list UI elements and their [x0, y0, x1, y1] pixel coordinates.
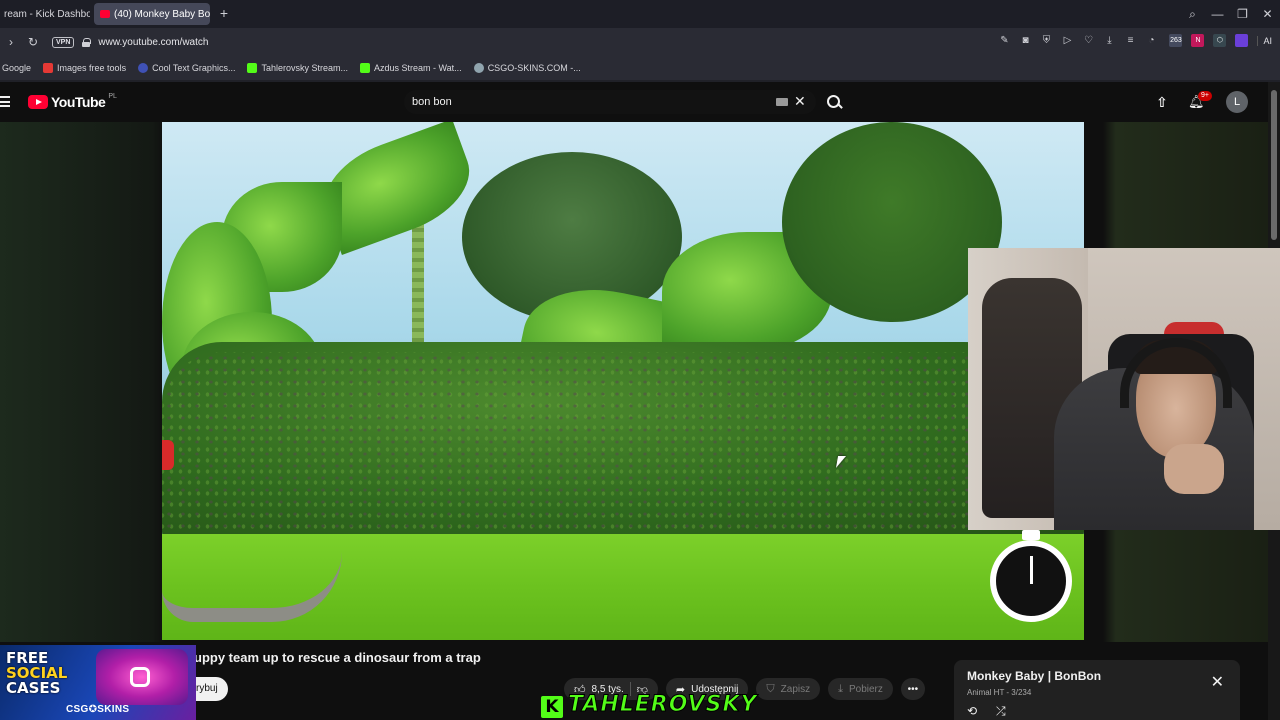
ad-headline: FREE SOCIAL CASES [6, 651, 67, 696]
tab-label: (40) Monkey Baby Bon Bo [114, 8, 210, 20]
profile-icon[interactable]: ◔ [1145, 34, 1158, 48]
avatar[interactable]: L [1226, 91, 1248, 113]
save-button[interactable]: ⛉ Zapisz [756, 678, 821, 700]
bookmark-csgo-skins[interactable]: CSGO-SKINS.COM -... [473, 63, 581, 73]
bookmark-favicon-icon [43, 63, 54, 73]
menu-icon[interactable]: ≡ [1124, 34, 1137, 48]
instagram-chest-icon [96, 649, 188, 705]
bookmark-favicon-icon [138, 63, 149, 73]
red-clothing [162, 440, 174, 470]
playlist-subtitle: Animal HT - 3/234 [967, 688, 1032, 697]
video-title: uppy team up to rescue a dinosaur from a… [194, 650, 481, 665]
kick-favicon-icon [359, 63, 370, 73]
video-player[interactable] [162, 122, 1084, 640]
kick-logo-icon: K [541, 696, 563, 718]
save-label: Zapisz [780, 683, 811, 695]
notification-badge: 9+ [1198, 91, 1212, 101]
bookmark-icon: ⛉ [766, 682, 775, 695]
forward-icon[interactable]: › [0, 35, 22, 49]
upload-icon[interactable]: ⇧ [1154, 94, 1170, 110]
search-button[interactable] [822, 90, 846, 114]
keyboard-icon[interactable] [776, 98, 788, 106]
vpn-badge[interactable]: VPN [52, 36, 75, 48]
extension-n-icon[interactable]: N [1191, 34, 1205, 47]
extensions-bar: 263 N ⬡ AI [1169, 34, 1272, 47]
bookmark-cool-text[interactable]: Cool Text Graphics... [138, 63, 235, 73]
sponsor-ad: FREE SOCIAL CASES CSG✪SKINS [0, 645, 196, 720]
download-label: Pobierz [848, 683, 883, 695]
tab-kick-dashboard[interactable]: ream - Kick Dashboard [0, 3, 90, 25]
ai-button[interactable]: AI [1257, 35, 1272, 46]
heart-icon[interactable]: ♡ [1082, 34, 1095, 48]
ad-brand: CSG✪SKINS [66, 704, 130, 715]
loop-icon[interactable]: ⟲ [967, 704, 977, 718]
ad-line: CASES [6, 679, 61, 697]
more-icon: ••• [907, 683, 919, 695]
extension-counter-icon[interactable]: 263 [1169, 34, 1183, 47]
bookmark-google[interactable]: Google [2, 63, 31, 73]
streamer-name: TAHLEROVSKY [568, 692, 758, 718]
streamer-webcam [968, 248, 1280, 530]
window-controls: ⌕ — ❐ ✕ [1180, 0, 1280, 28]
edit-icon[interactable]: ✎ [998, 34, 1011, 48]
moss-texture [162, 352, 1084, 542]
download-icon[interactable]: ⤓ [1103, 34, 1116, 48]
more-actions-button[interactable]: ••• [900, 678, 925, 700]
youtube-header: YouTube PL ✕ ⇧ 🔔︎ 9+ L [0, 82, 1268, 122]
bookmark-tahlerovsky-stream[interactable]: Tahlerovsky Stream... [247, 63, 348, 73]
webcam-hand [1164, 444, 1224, 494]
bookmark-azdus-stream[interactable]: Azdus Stream - Wat... [359, 63, 462, 73]
lock-icon[interactable] [82, 37, 92, 47]
extension-cube-icon[interactable]: ⬡ [1213, 34, 1227, 47]
bookmarks-bar: Google Images free tools Cool Text Graph… [0, 56, 1280, 80]
playlist-title[interactable]: Monkey Baby | BonBon [967, 669, 1101, 683]
clear-search-icon[interactable]: ✕ [794, 93, 806, 110]
new-tab-button[interactable]: + [216, 6, 232, 22]
download-button[interactable]: ⤓ Pobierz [828, 678, 893, 700]
address-bar-row: › ↻ VPN www.youtube.com/watch ✎ ◙ ⛨ ▷ ♡ … [0, 28, 1280, 56]
restore-button[interactable]: ❐ [1230, 7, 1255, 21]
close-window-button[interactable]: ✕ [1255, 7, 1280, 21]
address-bar-actions: ✎ ◙ ⛨ ▷ ♡ ⤓ ≡ ◔ [998, 34, 1158, 48]
tab-search-icon[interactable]: ⌕ [1180, 7, 1205, 22]
tab-label: ream - Kick Dashboard [4, 8, 90, 20]
bookmark-images-free-tools[interactable]: Images free tools [43, 63, 126, 73]
play-icon[interactable]: ▷ [1061, 34, 1074, 48]
stopwatch-icon [990, 530, 1072, 622]
hamburger-menu-icon[interactable] [0, 96, 10, 107]
tab-youtube-video[interactable]: (40) Monkey Baby Bon Bo [94, 3, 210, 25]
kick-favicon-icon [247, 63, 258, 73]
youtube-favicon-icon [100, 10, 110, 18]
url-field[interactable]: www.youtube.com/watch [98, 37, 208, 48]
youtube-play-icon [28, 95, 48, 109]
shuffle-icon[interactable]: ⤮ [996, 704, 1006, 719]
region-code: PL [108, 92, 117, 100]
playlist-panel[interactable]: Monkey Baby | BonBon Animal HT - 3/234 ✕… [954, 660, 1240, 720]
search-box: ✕ [404, 90, 816, 114]
minimize-button[interactable]: — [1205, 7, 1230, 21]
close-icon[interactable]: ✕ [1211, 672, 1224, 692]
bookmark-favicon-icon [473, 63, 484, 73]
youtube-logo[interactable]: YouTube PL [28, 92, 117, 110]
search-input[interactable] [412, 93, 762, 111]
camera-icon[interactable]: ◙ [1019, 34, 1032, 48]
download-icon: ⤓ [838, 682, 843, 695]
browser-tab-bar: ream - Kick Dashboard (40) Monkey Baby B… [0, 0, 1280, 28]
reload-icon[interactable]: ↻ [22, 35, 44, 49]
youtube-wordmark: YouTube [51, 94, 106, 110]
shield-icon[interactable]: ⛨ [1040, 34, 1053, 48]
extension-purple-icon[interactable] [1235, 34, 1249, 47]
